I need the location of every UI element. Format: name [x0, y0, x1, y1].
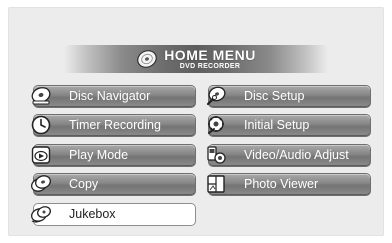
page-title: HOME MENU [164, 47, 256, 63]
video-audio-adjust-icon [203, 143, 229, 167]
disc-navigator-icon [28, 84, 54, 108]
menu-item-label: Jukebox [69, 207, 116, 221]
menu-item-label: Photo Viewer [244, 177, 319, 191]
menu-item-copy[interactable]: Copy [31, 174, 195, 195]
menu-item-initial-setup[interactable]: Initial Setup [208, 115, 370, 136]
menu-item-label: Copy [69, 177, 99, 191]
menu-item-label: Initial Setup [244, 118, 310, 132]
disc-setup-icon [203, 84, 229, 108]
photo-viewer-icon [203, 172, 229, 196]
menu-item-label: Timer Recording [69, 118, 161, 132]
menu-item-photo-viewer[interactable]: Photo Viewer [207, 174, 370, 195]
menu-item-video-audio-adjust[interactable]: Video/Audio Adjust [207, 145, 370, 166]
menu-item-disc-navigator[interactable]: Disc Navigator [31, 86, 195, 107]
menu-item-label: Play Mode [69, 148, 129, 162]
menu-item-label: Disc Navigator [69, 89, 151, 103]
home-menu-screen: HOME MENU DVD RECORDER Disc Navigator Ti… [8, 7, 384, 236]
page-subtitle: DVD RECORDER [179, 63, 241, 70]
menu-item-label: Video/Audio Adjust [244, 148, 349, 162]
menu-item-timer-recording[interactable]: Timer Recording [31, 115, 195, 136]
initial-setup-icon [203, 113, 229, 137]
menu-item-play-mode[interactable]: Play Mode [31, 145, 195, 166]
menu-item-label: Disc Setup [244, 89, 305, 103]
disc-icon [137, 50, 158, 68]
menu-item-disc-setup[interactable]: Disc Setup [206, 86, 370, 107]
menu-item-jukebox[interactable]: Jukebox [31, 204, 195, 225]
jukebox-icon [28, 202, 54, 226]
home-menu-banner: HOME MENU DVD RECORDER [64, 45, 328, 73]
clock-icon [28, 113, 54, 137]
play-mode-icon [28, 143, 54, 167]
copy-disc-icon [28, 172, 54, 196]
